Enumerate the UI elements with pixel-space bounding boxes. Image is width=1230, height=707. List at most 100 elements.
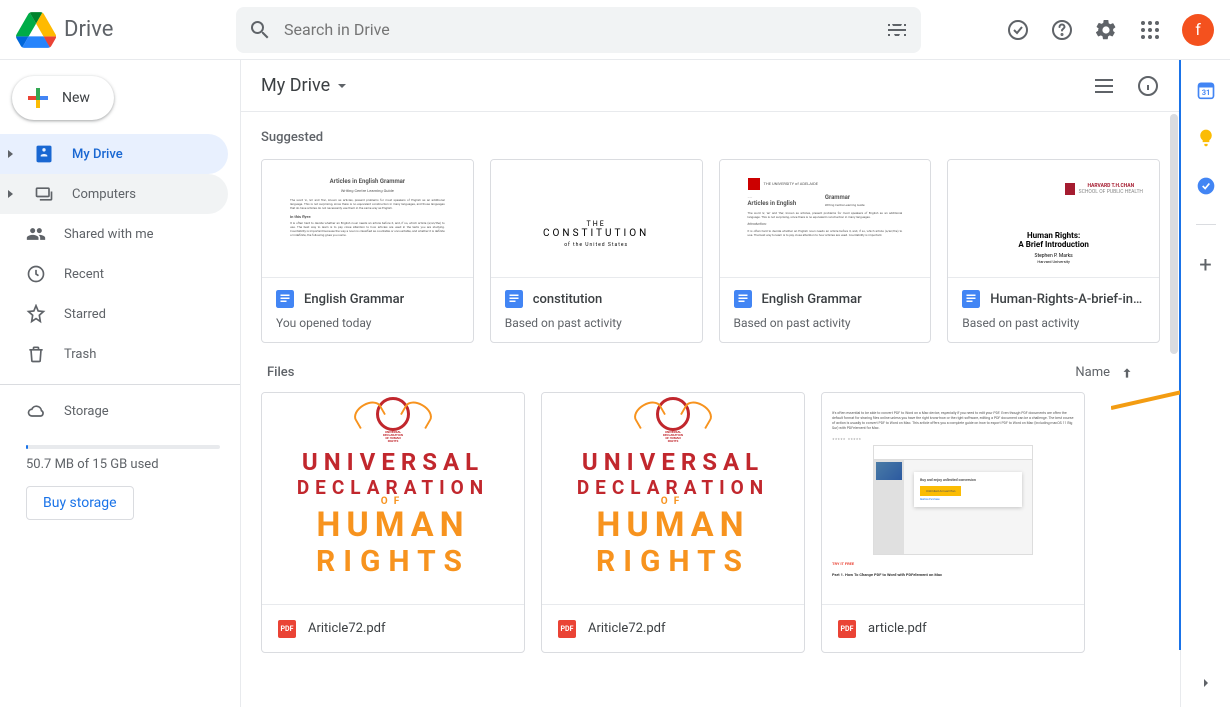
file-preview: THE CONSTITUTION of the United States [491,160,702,278]
file-subtitle: Based on past activity [734,316,917,330]
file-name: Ariticle72.pdf [308,621,386,636]
calendar-icon[interactable]: 31 [1196,80,1216,100]
list-view-icon[interactable] [1092,74,1116,98]
file-name: article.pdf [868,621,927,636]
nav-label: My Drive [72,147,123,162]
side-panel: 31 + [1180,60,1230,707]
hide-panel-icon[interactable] [1198,675,1214,691]
divider [0,384,240,385]
file-preview: THE UNIVERSITY of ADELAIDE ——Articles in… [720,160,931,278]
nav-label: Recent [64,267,104,282]
new-button-label: New [62,90,90,106]
divider [1196,224,1216,225]
docs-icon [276,290,294,308]
file-title: English Grammar [304,292,404,307]
support-icon[interactable] [1050,18,1074,42]
dropdown-arrow-icon [336,80,348,92]
file-title: constitution [533,292,603,307]
search-options-icon[interactable] [885,18,909,42]
keep-icon[interactable] [1196,128,1216,148]
app-header: Drive f [0,0,1230,60]
file-preview: UNIVERSALDECLARATIONOF HUMANRIGHTS UNIVE… [542,393,804,604]
plus-icon [26,86,50,110]
file-subtitle: Based on past activity [505,316,688,330]
file-card[interactable]: UNIVERSALDECLARATIONOF HUMANRIGHTS UNIVE… [261,392,525,653]
tasks-icon[interactable] [1196,176,1216,196]
suggested-card[interactable]: THE UNIVERSITY of ADELAIDE ——Articles in… [719,159,932,343]
docs-icon [962,290,980,308]
drive-logo-icon [16,10,56,50]
nav-label: Trash [64,347,96,362]
account-avatar[interactable]: f [1182,14,1214,46]
suggested-label: Suggested [241,112,1180,159]
add-addon-button[interactable]: + [1199,253,1211,278]
files-header: Files Name [241,343,1180,392]
files-row: UNIVERSALDECLARATIONOF HUMANRIGHTS UNIVE… [241,392,1180,653]
nav-label: Shared with me [64,227,154,242]
sort-arrow-icon [1120,366,1134,380]
file-preview: It's often essential to be able to conve… [822,393,1084,604]
cloud-icon [26,401,46,421]
file-preview: UNIVERSALDECLARATIONOF HUMANRIGHTS UNIVE… [262,393,524,604]
app-name: Drive [64,17,113,42]
ready-offline-icon[interactable] [1006,18,1030,42]
search-icon [248,18,272,42]
nav-label: Computers [72,187,136,202]
breadcrumb-label: My Drive [261,75,330,96]
trash-icon [26,344,46,364]
suggested-card[interactable]: HARVARD T.H.CHANSCHOOL OF PUBLIC HEALTH … [947,159,1160,343]
header-actions: f [1006,14,1214,46]
nav-starred[interactable]: Starred [0,294,228,334]
buy-storage-button[interactable]: Buy storage [26,486,134,520]
storage-bar [26,445,220,449]
suggested-card[interactable]: Articles in English Grammar Writing Cent… [261,159,474,343]
details-icon[interactable] [1136,74,1160,98]
star-icon [26,304,46,324]
suggested-card[interactable]: THE CONSTITUTION of the United States co… [490,159,703,343]
pdf-icon: PDF [558,620,576,638]
file-title: Human-Rights-A-brief-in… [990,292,1142,307]
sort-button[interactable]: Name [1075,365,1134,380]
settings-icon[interactable] [1094,18,1118,42]
sort-label: Name [1075,365,1110,380]
recent-icon [26,264,46,284]
my-drive-icon [34,144,54,164]
storage-section: 50.7 MB of 15 GB used Buy storage [0,431,240,520]
file-subtitle: Based on past activity [962,316,1145,330]
svg-text:31: 31 [1201,88,1210,97]
nav-label: Storage [64,404,109,419]
file-preview: Articles in English Grammar Writing Cent… [262,160,473,278]
expand-arrow-icon[interactable] [4,189,16,199]
search-bar[interactable] [236,7,921,53]
file-subtitle: You opened today [276,316,459,330]
expand-arrow-icon[interactable] [4,149,16,159]
file-card[interactable]: It's often essential to be able to conve… [821,392,1085,653]
breadcrumb[interactable]: My Drive [261,75,348,96]
sidebar: New My Drive Computers Shared with me Re… [0,60,240,707]
computers-icon [34,184,54,204]
nav-shared[interactable]: Shared with me [0,214,228,254]
search-input[interactable] [284,20,873,39]
new-button[interactable]: New [12,76,114,120]
file-title: English Grammar [762,292,862,307]
docs-icon [505,290,523,308]
file-preview: HARVARD T.H.CHANSCHOOL OF PUBLIC HEALTH … [948,160,1159,278]
nav-computers[interactable]: Computers [0,174,228,214]
nav-my-drive[interactable]: My Drive [0,134,228,174]
file-name: Ariticle72.pdf [588,621,666,636]
storage-text: 50.7 MB of 15 GB used [26,457,220,472]
file-card[interactable]: UNIVERSALDECLARATIONOF HUMANRIGHTS UNIVE… [541,392,805,653]
logo-area[interactable]: Drive [16,10,236,50]
nav-recent[interactable]: Recent [0,254,228,294]
nav-trash[interactable]: Trash [0,334,228,374]
docs-icon [734,290,752,308]
pdf-icon: PDF [838,620,856,638]
content-area: My Drive Suggested Articles in English G… [240,60,1180,707]
shared-icon [26,224,46,244]
content-header: My Drive [241,60,1180,112]
nav-label: Starred [64,307,106,322]
pdf-icon: PDF [278,620,296,638]
files-label: Files [267,365,294,380]
apps-icon[interactable] [1138,18,1162,42]
nav-storage[interactable]: Storage [0,391,228,431]
